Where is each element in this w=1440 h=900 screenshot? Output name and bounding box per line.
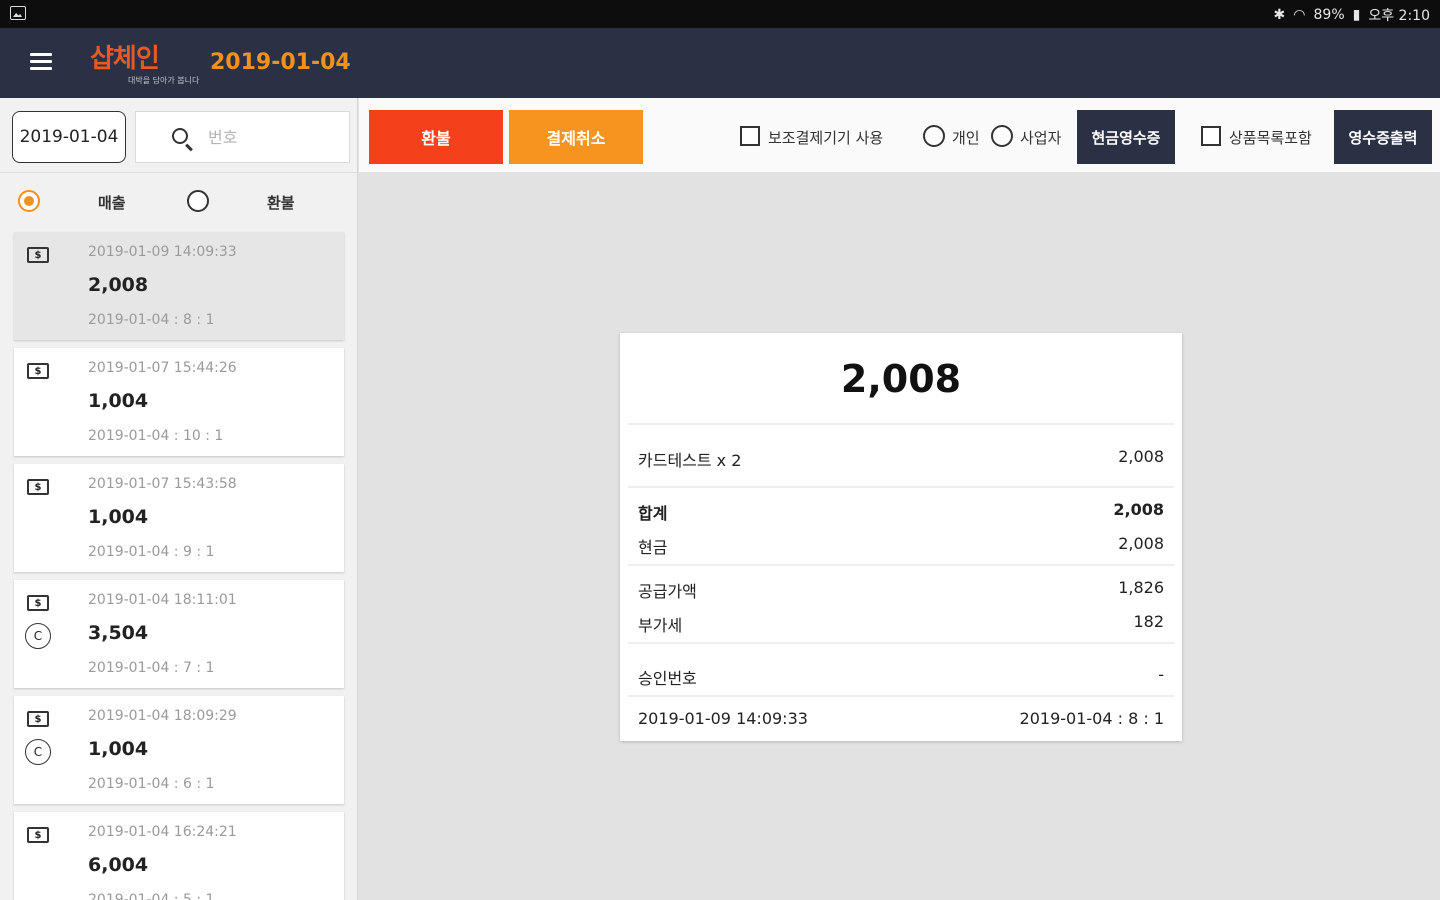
receipt-sum-row: 합계 2,008 xyxy=(638,500,1164,523)
transaction-list: $ 2019-01-09 14:09:33 2,008 2019-01-04 :… xyxy=(14,232,344,900)
radio-sales[interactable] xyxy=(18,190,40,212)
cash-value: 2,008 xyxy=(1118,534,1164,553)
item-name: 카드테스트 x 2 xyxy=(638,451,742,470)
cash-label: 현금 xyxy=(638,538,668,557)
app-logo: 샵체인 대박을 담아가 봅니다 xyxy=(90,38,200,88)
logo-tagline: 대박을 담아가 봅니다 xyxy=(128,76,200,85)
transaction-item[interactable]: $ C 2019-01-04 18:09:29 1,004 2019-01-04… xyxy=(14,696,344,804)
supply-label: 공급가액 xyxy=(638,582,697,601)
sum-value: 2,008 xyxy=(1113,500,1164,519)
include-items-label: 상품목록포함 xyxy=(1229,129,1312,147)
receipt-datetime: 2019-01-09 14:09:33 xyxy=(638,709,808,728)
transaction-amount: 3,504 xyxy=(88,622,149,644)
status-indicators: ✱ ◠ 89% ▮ 오후 2:10 xyxy=(1274,5,1430,25)
print-receipt-button[interactable]: 영수증출력 xyxy=(1334,110,1432,164)
supply-value: 1,826 xyxy=(1118,578,1164,597)
approval-value: - xyxy=(1158,665,1164,684)
receipt-cash-row: 현금 2,008 xyxy=(638,534,1164,557)
aux-device-label: 보조결제기기 사용 xyxy=(768,129,884,147)
cancel-payment-button[interactable]: 결제취소 xyxy=(509,110,643,164)
search-icon xyxy=(172,128,188,144)
transaction-list-panel: 2019-01-04 매출 환불 $ 2019-01-09 14:09:33 2… xyxy=(0,98,358,900)
cash-icon: $ xyxy=(27,711,49,727)
vat-value: 182 xyxy=(1133,612,1164,631)
transaction-item[interactable]: $ C 2019-01-04 18:11:01 3,504 2019-01-04… xyxy=(14,580,344,688)
cash-icon: $ xyxy=(27,595,49,611)
bluetooth-icon: ✱ xyxy=(1273,7,1286,23)
transaction-time: 2019-01-04 18:09:29 xyxy=(88,708,237,724)
transaction-amount: 1,004 xyxy=(88,738,149,760)
search-input[interactable] xyxy=(208,124,338,150)
receipt-ref: 2019-01-04 : 8 : 1 xyxy=(1019,709,1164,728)
approval-label: 승인번호 xyxy=(638,669,697,688)
cash-icon: $ xyxy=(27,247,49,263)
receipt-approval-row: 승인번호 - xyxy=(638,665,1164,688)
divider xyxy=(628,642,1174,644)
radio-personal[interactable] xyxy=(923,125,945,147)
cash-icon: $ xyxy=(27,363,49,379)
transaction-ref: 2019-01-04 : 5 : 1 xyxy=(88,892,215,900)
radio-personal-label: 개인 xyxy=(952,129,980,147)
divider xyxy=(628,564,1174,566)
cash-icon: $ xyxy=(27,827,49,843)
radio-business[interactable] xyxy=(991,125,1013,147)
receipt-vat-row: 부가세 182 xyxy=(638,612,1164,635)
receipt-item-row: 카드테스트 x 2 2,008 xyxy=(638,447,1164,470)
divider xyxy=(628,423,1174,425)
gallery-icon xyxy=(10,6,26,20)
hamburger-menu-icon[interactable] xyxy=(30,53,52,71)
search-box[interactable] xyxy=(135,111,350,163)
item-amount: 2,008 xyxy=(1118,447,1164,466)
sales-refund-filter: 매출 환불 xyxy=(0,183,357,219)
app-bar: 샵체인 대박을 담아가 봅니다 2019-01-04 xyxy=(0,28,1440,98)
transaction-ref: 2019-01-04 : 10 : 1 xyxy=(88,428,224,444)
transaction-item[interactable]: $ 2019-01-04 16:24:21 6,004 2019-01-04 :… xyxy=(14,812,344,900)
cash-icon: $ xyxy=(27,479,49,495)
transaction-time: 2019-01-04 16:24:21 xyxy=(88,824,237,840)
transaction-time: 2019-01-09 14:09:33 xyxy=(88,244,237,260)
receipt-footer-row: 2019-01-09 14:09:33 2019-01-04 : 8 : 1 xyxy=(638,709,1164,731)
transaction-time: 2019-01-04 18:11:01 xyxy=(88,592,237,608)
app-bar-date: 2019-01-04 xyxy=(210,50,351,75)
battery-percent: 89% xyxy=(1313,7,1345,23)
transaction-item[interactable]: $ 2019-01-09 14:09:33 2,008 2019-01-04 :… xyxy=(14,232,344,340)
transaction-amount: 1,004 xyxy=(88,506,149,528)
radio-refund[interactable] xyxy=(187,190,209,212)
battery-icon: ▮ xyxy=(1352,7,1361,23)
logo-text: 샵체인 xyxy=(90,44,160,74)
sum-label: 합계 xyxy=(638,504,668,523)
transaction-amount: 6,004 xyxy=(88,854,149,876)
receipt-total: 2,008 xyxy=(840,357,962,401)
transaction-time: 2019-01-07 15:44:26 xyxy=(88,360,237,376)
radio-refund-label: 환불 xyxy=(267,194,295,212)
transaction-ref: 2019-01-04 : 8 : 1 xyxy=(88,312,215,328)
vat-label: 부가세 xyxy=(638,616,683,635)
status-bar: ✱ ◠ 89% ▮ 오후 2:10 xyxy=(0,0,1440,28)
wifi-icon: ◠ xyxy=(1293,7,1306,23)
divider xyxy=(628,695,1174,697)
transaction-ref: 2019-01-04 : 9 : 1 xyxy=(88,544,215,560)
divider xyxy=(0,172,357,173)
transaction-time: 2019-01-07 15:43:58 xyxy=(88,476,237,492)
transaction-amount: 1,004 xyxy=(88,390,149,412)
action-toolbar: 환불 결제취소 보조결제기기 사용 개인 사업자 현금영수증 상품목록포함 영수… xyxy=(359,98,1440,173)
transaction-item[interactable]: $ 2019-01-07 15:44:26 1,004 2019-01-04 :… xyxy=(14,348,344,456)
clock: 오후 2:10 xyxy=(1368,8,1430,24)
transaction-amount: 2,008 xyxy=(88,274,149,296)
include-items-checkbox[interactable] xyxy=(1201,126,1221,146)
coin-icon: C xyxy=(25,739,51,765)
cash-receipt-button[interactable]: 현금영수증 xyxy=(1077,110,1175,164)
radio-business-label: 사업자 xyxy=(1020,129,1062,147)
date-picker-button[interactable]: 2019-01-04 xyxy=(12,111,126,163)
receipt-detail-card: 2,008 카드테스트 x 2 2,008 합계 2,008 현금 2,008 … xyxy=(620,333,1182,741)
divider xyxy=(628,486,1174,488)
transaction-item[interactable]: $ 2019-01-07 15:43:58 1,004 2019-01-04 :… xyxy=(14,464,344,572)
transaction-ref: 2019-01-04 : 6 : 1 xyxy=(88,776,215,792)
coin-icon: C xyxy=(25,623,51,649)
refund-button[interactable]: 환불 xyxy=(369,110,503,164)
transaction-ref: 2019-01-04 : 7 : 1 xyxy=(88,660,215,676)
radio-sales-label: 매출 xyxy=(98,194,126,212)
aux-device-checkbox[interactable] xyxy=(740,126,760,146)
receipt-supply-row: 공급가액 1,826 xyxy=(638,578,1164,601)
